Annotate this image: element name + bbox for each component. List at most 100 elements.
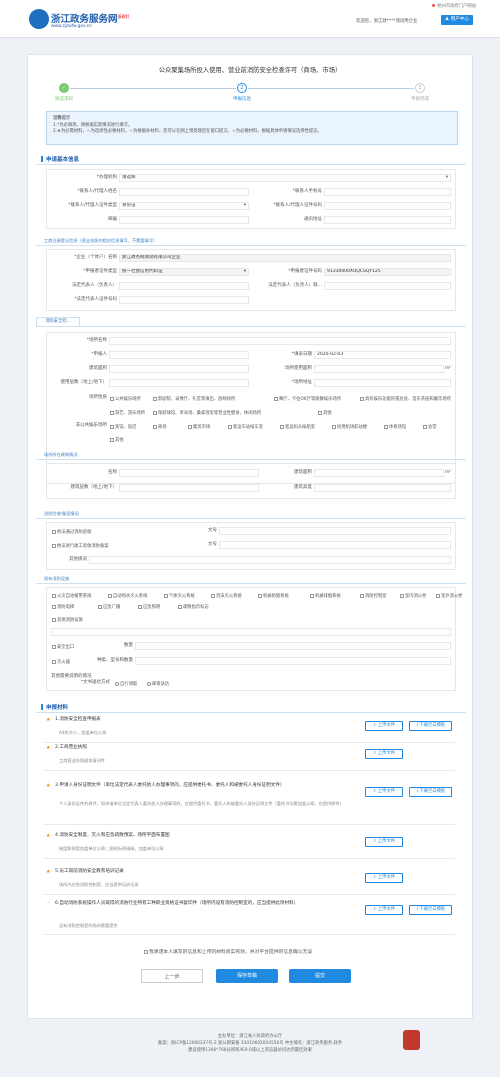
brand-name[interactable]: 浙江政务服务网浙政钉: [51, 11, 130, 25]
use-area-input[interactable]: [314, 365, 444, 373]
applicant-label: *申报人: [91, 352, 107, 357]
type-option[interactable]: 公共娱乐场所: [109, 396, 141, 402]
upload-icon: ⇪: [372, 875, 377, 880]
facility-option[interactable]: 消防电梯: [51, 604, 74, 610]
step-2-icon: 2: [237, 83, 247, 93]
facility-option[interactable]: 泡沫灭火系统: [210, 593, 242, 599]
facility-option[interactable]: 机械防烟系统: [257, 593, 289, 599]
type-option[interactable]: 具有娱乐功能的夜总会、音乐茶座和餐饮场所: [359, 396, 454, 402]
tips-box: 温馨提示 1.*为必填项，请根据实际情况进行填写。 2.★为必需材料，☆为选择性…: [46, 111, 458, 145]
download-template-button[interactable]: ⇩下载空白模板: [409, 905, 452, 915]
type-option[interactable]: 客运码头候船室: [279, 424, 315, 430]
building-floors-input[interactable]: [119, 484, 259, 492]
applicant-input[interactable]: [109, 351, 249, 359]
legal-rep-contact-input[interactable]: [324, 282, 451, 290]
facility-option[interactable]: 室外消火栓: [435, 593, 462, 599]
date-input[interactable]: 2020-02-03: [314, 351, 451, 359]
type-option[interactable]: 游艺、游乐场所: [109, 410, 145, 416]
facility-option[interactable]: 火灾自动报警系统: [51, 593, 91, 599]
location-link[interactable]: 杭州市政府门户网站: [432, 3, 476, 9]
zjzwfw-logo-icon[interactable]: [29, 9, 49, 29]
upload-button[interactable]: ⇪ 上传文件: [365, 905, 403, 915]
other-facility-option[interactable]: 其他消防设施: [51, 617, 83, 623]
facility-option[interactable]: 消防控制室: [359, 593, 386, 599]
type-option[interactable]: 集贸市场: [187, 424, 210, 430]
agreement-checkbox[interactable]: 我承诺本人填写的信息和上传的材料真实有效，并对平台提供的信息确认无误: [143, 948, 312, 955]
legal-id-input[interactable]: [119, 296, 249, 304]
facility-option[interactable]: 自动喷水灭火系统: [107, 593, 147, 599]
type-option[interactable]: 会堂: [422, 424, 437, 430]
user-center-button[interactable]: ♟ 用户中心: [441, 15, 473, 25]
type-option[interactable]: 体育场馆: [383, 424, 406, 430]
optional-star-icon: ☆: [46, 901, 51, 907]
type-option[interactable]: 保龄球馆、旱冰场、桑拿浴室等营业性健身、休闲场所: [152, 410, 261, 416]
prev-button[interactable]: 上一步: [141, 969, 203, 983]
cert-type-select[interactable]: 统一社会信用代码证: [119, 268, 249, 276]
contact-name-label: *联系人/代理人姓名: [77, 189, 117, 194]
basic-info-section-title: 申请基本信息: [41, 155, 79, 163]
type-option[interactable]: 客运车站候车室: [227, 424, 263, 430]
company-name-input[interactable]: 浙江政务网测试有限公司企业: [119, 254, 451, 262]
type-option[interactable]: 民用机场航站楼: [331, 424, 367, 430]
upload-button[interactable]: ⇪ 上传文件: [365, 873, 403, 883]
acceptance-option-1[interactable]: 依法通过消防验收: [51, 529, 91, 535]
upload-button[interactable]: ⇪ 上传文件: [365, 837, 403, 847]
required-star-icon: ★: [46, 869, 51, 875]
building-name-input[interactable]: [119, 469, 259, 477]
download-template-button[interactable]: ⇩下载空白模板: [409, 721, 452, 731]
upload-button[interactable]: ⇪ 上传文件: [365, 721, 403, 731]
download-template-button[interactable]: ⇩下载空白模板: [409, 787, 452, 797]
upload-button[interactable]: ⇪ 上传文件: [365, 787, 403, 797]
facility-option[interactable]: 室内消火栓: [399, 593, 426, 599]
cert-number-input[interactable]: 91330000XUQCSQY125: [324, 268, 451, 276]
type-option[interactable]: 商场: [152, 424, 167, 430]
address-label: 通讯地址: [304, 217, 322, 222]
acceptance-option-2[interactable]: 依法进行竣工验收消防备案: [51, 543, 109, 549]
extinguisher-option[interactable]: 灭火器: [51, 659, 70, 665]
submit-button[interactable]: 提交: [289, 969, 351, 983]
venue-name-input[interactable]: [109, 337, 451, 345]
type-option[interactable]: 其他: [109, 437, 124, 443]
qty-label: 数量: [124, 643, 133, 648]
legal-rep-input[interactable]: [119, 282, 249, 290]
gov-emblem-icon[interactable]: [403, 1030, 420, 1050]
required-star-icon: ★: [46, 783, 51, 789]
type-option[interactable]: 宾馆、饭店: [109, 424, 136, 430]
venue-address-input[interactable]: [314, 379, 451, 387]
floors-input[interactable]: [109, 379, 249, 387]
building-area-input[interactable]: [109, 365, 249, 373]
postcode-input[interactable]: [119, 216, 249, 224]
facility-option[interactable]: 应急广播: [97, 604, 120, 610]
building-height-input[interactable]: [314, 484, 451, 492]
contact-phone-input[interactable]: [324, 188, 451, 196]
upload-button[interactable]: ⇪ 上传文件: [365, 749, 403, 759]
extinguisher-spec-input[interactable]: [135, 657, 451, 665]
brand-badge: 浙政钉: [117, 13, 130, 19]
type-option[interactable]: 影剧院、录像厅、礼堂等演出、放映场所: [152, 396, 235, 402]
safety-exit-option[interactable]: 安全出口: [51, 644, 74, 650]
step-3-icon: 3: [415, 83, 425, 93]
contact-name-input[interactable]: [119, 188, 249, 196]
org-select[interactable]: 请选择: [119, 174, 451, 182]
type-option[interactable]: 其他: [317, 410, 332, 416]
building-area2-label: 建筑面积: [294, 470, 312, 475]
required-star-icon: ★: [46, 745, 51, 751]
address-input[interactable]: [324, 216, 451, 224]
id-type-select[interactable]: 身份证: [119, 202, 249, 210]
doc-no-input-1[interactable]: [219, 527, 451, 535]
building-area2-input[interactable]: [314, 469, 444, 477]
id-number-input[interactable]: [324, 202, 451, 210]
facility-option[interactable]: 气体灭火系统: [163, 593, 195, 599]
facility-option[interactable]: 疏散指示标志: [177, 604, 209, 610]
other-facility-input[interactable]: [51, 628, 451, 636]
type-option[interactable]: 舞厅、卡拉OK厅等歌舞娱乐场所: [273, 396, 341, 402]
other-situation-input[interactable]: [89, 556, 451, 564]
doc-no-input-2[interactable]: [219, 541, 451, 549]
delivery-option-self[interactable]: 自行领取: [114, 681, 137, 687]
material-note: 个人身份证件的原件，如申请单位法定代表人委托他人办理事项的，应提供委托书、委托人…: [59, 801, 344, 806]
facility-option[interactable]: 应急照明: [137, 604, 160, 610]
delivery-option-mail[interactable]: 邮寄送达: [146, 681, 169, 687]
facility-option[interactable]: 机械排烟系统: [309, 593, 341, 599]
exit-qty-input[interactable]: [135, 642, 451, 650]
save-draft-button[interactable]: 保存草稿: [216, 969, 278, 983]
